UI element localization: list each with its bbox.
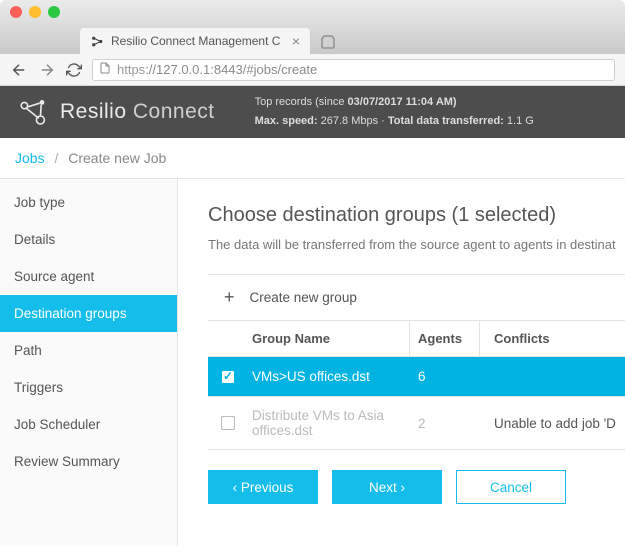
new-tab-button[interactable] bbox=[316, 30, 340, 54]
sidebar-item-label: Destination groups bbox=[14, 306, 127, 321]
sidebar-item-label: Job type bbox=[14, 195, 65, 210]
create-group-button[interactable]: + Create new group bbox=[208, 275, 625, 320]
sidebar-item-review-summary[interactable]: Review Summary bbox=[0, 443, 177, 480]
browser-tab-strip: Resilio Connect Management C × bbox=[0, 24, 625, 54]
brand-logo[interactable]: Resilio Connect bbox=[18, 96, 215, 128]
col-header-name[interactable]: Group Name bbox=[248, 321, 410, 356]
breadcrumb: Jobs / Create new Job bbox=[0, 138, 625, 179]
table-row[interactable]: Distribute VMs to Asia offices.dst 2 Una… bbox=[208, 397, 625, 450]
sidebar-item-destination-groups[interactable]: Destination groups bbox=[0, 295, 177, 332]
wizard-sidebar: Job type Details Source agent Destinatio… bbox=[0, 179, 178, 546]
sidebar-item-details[interactable]: Details bbox=[0, 221, 177, 258]
sidebar-item-label: Details bbox=[14, 232, 55, 247]
checkbox-checked-icon bbox=[221, 370, 235, 384]
back-button[interactable] bbox=[10, 61, 28, 79]
sidebar-item-path[interactable]: Path bbox=[0, 332, 177, 369]
row-name: VMs>US offices.dst bbox=[248, 357, 410, 396]
url-text: https://127.0.0.1:8443/#jobs/create bbox=[117, 62, 317, 77]
forward-button[interactable] bbox=[38, 61, 56, 79]
plus-icon: + bbox=[224, 287, 235, 308]
row-name: Distribute VMs to Asia offices.dst bbox=[248, 397, 410, 449]
row-conflicts bbox=[480, 357, 625, 396]
breadcrumb-root[interactable]: Jobs bbox=[15, 150, 45, 166]
favicon-icon bbox=[90, 34, 104, 48]
cancel-button[interactable]: Cancel bbox=[456, 470, 566, 504]
sidebar-item-label: Job Scheduler bbox=[14, 417, 100, 432]
wizard-footer: ‹ Previous Next › Cancel bbox=[208, 450, 625, 504]
breadcrumb-sep: / bbox=[54, 150, 58, 166]
checkbox-unchecked-icon bbox=[221, 416, 235, 430]
sidebar-item-label: Path bbox=[14, 343, 42, 358]
page-description: The data will be transferred from the so… bbox=[208, 237, 625, 252]
window-titlebar bbox=[0, 0, 625, 24]
row-checkbox[interactable] bbox=[208, 357, 248, 396]
brand-mark-icon bbox=[18, 96, 50, 128]
groups-table: + Create new group Group Name Agents Con… bbox=[208, 274, 625, 450]
maximize-window-button[interactable] bbox=[48, 6, 60, 18]
sidebar-item-job-scheduler[interactable]: Job Scheduler bbox=[0, 406, 177, 443]
row-conflicts: Unable to add job 'D bbox=[480, 397, 625, 449]
app-header: Resilio Connect Top records (since 03/07… bbox=[0, 86, 625, 138]
row-agents: 6 bbox=[410, 357, 480, 396]
row-agents: 2 bbox=[410, 397, 480, 449]
tab-close-button[interactable]: × bbox=[292, 33, 300, 49]
next-button[interactable]: Next › bbox=[332, 470, 442, 504]
sidebar-item-triggers[interactable]: Triggers bbox=[0, 369, 177, 406]
minimize-window-button[interactable] bbox=[29, 6, 41, 18]
breadcrumb-current: Create new Job bbox=[68, 150, 166, 166]
col-header-agents[interactable]: Agents bbox=[410, 321, 480, 356]
row-checkbox[interactable] bbox=[208, 397, 248, 449]
col-header-check bbox=[208, 321, 248, 356]
tab-title: Resilio Connect Management C bbox=[111, 34, 292, 48]
browser-tab[interactable]: Resilio Connect Management C × bbox=[80, 28, 310, 54]
reload-button[interactable] bbox=[66, 62, 82, 78]
sidebar-item-job-type[interactable]: Job type bbox=[0, 184, 177, 221]
close-window-button[interactable] bbox=[10, 6, 22, 18]
col-header-conflicts[interactable]: Conflicts bbox=[480, 321, 625, 356]
previous-button[interactable]: ‹ Previous bbox=[208, 470, 318, 504]
table-row[interactable]: VMs>US offices.dst 6 bbox=[208, 357, 625, 397]
create-group-label: Create new group bbox=[250, 290, 357, 305]
sidebar-item-label: Triggers bbox=[14, 380, 63, 395]
header-stats: Top records (since 03/07/2017 11:04 AM) … bbox=[255, 93, 534, 130]
sidebar-item-source-agent[interactable]: Source agent bbox=[0, 258, 177, 295]
sidebar-item-label: Source agent bbox=[14, 269, 94, 284]
browser-nav-bar: https://127.0.0.1:8443/#jobs/create bbox=[0, 54, 625, 86]
table-header: Group Name Agents Conflicts bbox=[208, 320, 625, 357]
sidebar-item-label: Review Summary bbox=[14, 454, 120, 469]
page-title: Choose destination groups (1 selected) bbox=[208, 204, 625, 227]
url-bar[interactable]: https://127.0.0.1:8443/#jobs/create bbox=[92, 59, 615, 81]
content-panel: Choose destination groups (1 selected) T… bbox=[178, 179, 625, 546]
page-icon bbox=[99, 62, 111, 77]
